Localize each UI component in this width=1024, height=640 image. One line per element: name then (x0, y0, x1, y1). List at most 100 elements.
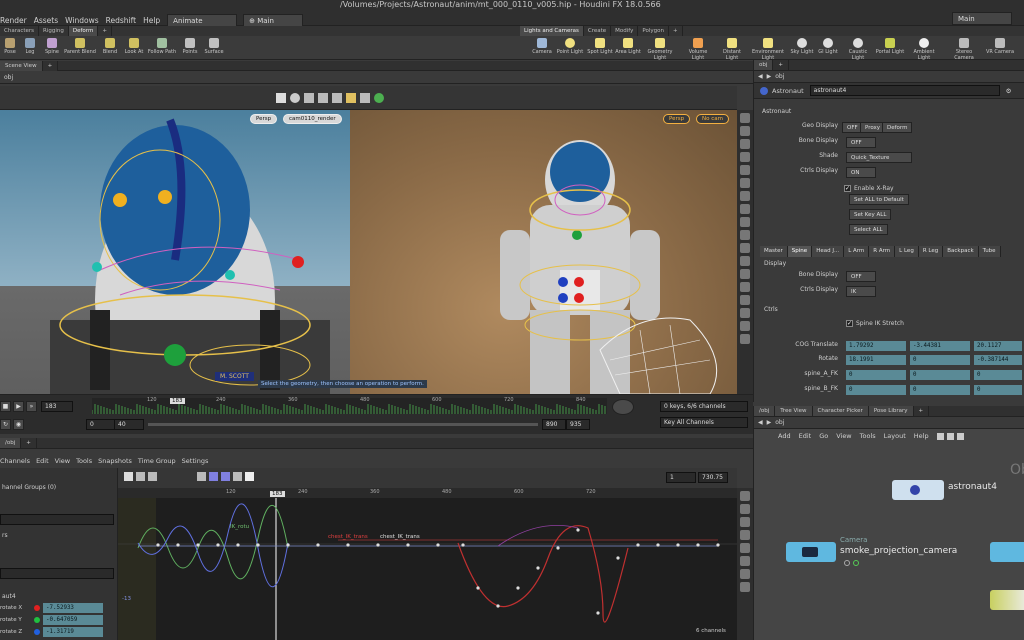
range-in-field[interactable]: 40 (114, 419, 144, 430)
left-cam-badge[interactable]: cam0110_render (283, 114, 342, 124)
tab-l-leg[interactable]: L Leg (895, 246, 919, 257)
handle-icon[interactable] (318, 93, 328, 103)
menu-edit[interactable]: Edit (36, 457, 49, 465)
node-camera-partial[interactable] (990, 542, 1024, 562)
spine-a-x[interactable]: 0 (846, 370, 906, 380)
tangent-tie-icon[interactable] (221, 472, 230, 481)
tool-vr-camera[interactable]: VR Camera (984, 38, 1016, 55)
loop-icon[interactable]: ↻ (0, 419, 11, 430)
net-menu-help[interactable]: Help (914, 432, 929, 440)
tool-point-light[interactable]: Point Light (554, 38, 586, 55)
snap-icon[interactable] (346, 93, 356, 103)
rotate-x[interactable]: 18.1991 (846, 355, 906, 365)
tab-spine[interactable]: Spine (787, 246, 813, 257)
net-menu-go[interactable]: Go (819, 432, 828, 440)
net-menu-add[interactable]: Add (778, 432, 791, 440)
render-region-icon[interactable] (740, 334, 750, 344)
xray-row[interactable]: ✓ Enable X-Ray (844, 182, 894, 194)
spine-a-z[interactable]: 0 (974, 370, 1022, 380)
set-all-default-button[interactable]: Set ALL to Default (849, 194, 909, 205)
rotate-z[interactable]: -0.387144 (974, 355, 1022, 365)
range-end-field[interactable]: 935 (566, 419, 590, 430)
node-smoke-camera[interactable] (786, 542, 836, 562)
viewport-left[interactable]: Persp cam0110_render M. SCOTT (0, 110, 350, 394)
cog-translate-x[interactable]: 1.79292 (846, 341, 906, 351)
tool-distant-light[interactable]: Distant Light (716, 38, 748, 61)
back-icon[interactable]: ◀ (758, 73, 763, 80)
tab-scene-view[interactable]: Scene View (0, 60, 43, 71)
wireframe-icon[interactable] (740, 178, 750, 188)
tool-caustic-light[interactable]: Caustic Light (842, 38, 874, 61)
graph-frame-icon[interactable] (740, 491, 750, 501)
tab-l-arm[interactable]: L Arm (844, 246, 870, 257)
stop-button[interactable]: ■ (0, 401, 11, 412)
tool-gi-light[interactable]: GI Light (812, 38, 844, 55)
graph-lock-icon[interactable] (740, 569, 750, 579)
shelf-tab-polygon[interactable]: Polygon (638, 26, 670, 36)
network-icon[interactable] (360, 93, 370, 103)
tab-master[interactable]: Master (760, 246, 788, 257)
tab-head[interactable]: Head J... (812, 246, 845, 257)
tab-tree-view[interactable]: Tree View (775, 406, 813, 416)
graph-select-icon[interactable] (124, 472, 133, 481)
current-frame-field[interactable]: 183 (41, 401, 73, 412)
tool-stereo-camera[interactable]: Stereo Camera (948, 38, 980, 61)
tool-geometry-light[interactable]: Geometry Light (644, 38, 676, 61)
background-icon[interactable] (740, 230, 750, 240)
ik-stretch-checkbox[interactable]: ✓ (846, 319, 853, 327)
scene-add-tab[interactable]: + (42, 60, 59, 71)
net-menu-tools[interactable]: Tools (860, 432, 876, 440)
grid-view-icon[interactable] (936, 432, 944, 440)
spine-a-y[interactable]: 0 (910, 370, 970, 380)
home-icon[interactable] (740, 139, 750, 149)
scene-path[interactable]: obj (4, 74, 13, 81)
graph-box-icon[interactable] (136, 472, 145, 481)
net-menu-edit[interactable]: Edit (799, 432, 812, 440)
tab-tube[interactable]: Tube (978, 246, 1001, 257)
snap-frame-icon[interactable] (233, 472, 242, 481)
graph-zoom-icon[interactable] (740, 517, 750, 527)
info-icon[interactable] (956, 432, 964, 440)
menu-windows[interactable]: Windows (65, 16, 98, 25)
node-light-partial[interactable] (990, 590, 1024, 610)
tab-r-leg[interactable]: R Leg (918, 246, 944, 257)
lasso-icon[interactable] (290, 93, 300, 103)
viewport-right[interactable]: Persp No cam (350, 110, 737, 394)
right-workspace-select[interactable]: Main (952, 12, 1012, 25)
tab-backpack[interactable]: Backpack (943, 246, 979, 257)
display-options-icon[interactable] (740, 113, 750, 123)
render-status-icon[interactable] (374, 93, 384, 103)
menu-settings[interactable]: Settings (182, 457, 209, 465)
realtime-toggle[interactable] (612, 399, 634, 415)
tool-parent-blend[interactable]: Parent Blend (64, 38, 96, 55)
node-astronaut4[interactable] (892, 480, 944, 500)
menu-view[interactable]: View (55, 457, 70, 465)
graph-expand-icon[interactable] (740, 530, 750, 540)
channel-row-ry[interactable]: rotate Y -0.647059 (0, 615, 114, 625)
select-all-button[interactable]: Select ALL (849, 224, 888, 235)
menu-help[interactable]: Help (143, 16, 160, 25)
rotate-y[interactable]: 0 (910, 355, 970, 365)
shelf-tab-create[interactable]: Create (584, 26, 612, 36)
menu-redshift[interactable]: Redshift (106, 16, 136, 25)
graph-frame-field[interactable]: 1 (666, 472, 696, 483)
left-persp-badge[interactable]: Persp (250, 114, 278, 124)
range-slider[interactable] (148, 423, 538, 426)
snapshot-icon[interactable] (740, 217, 750, 227)
lock-icon[interactable] (740, 126, 750, 136)
menu-assets[interactable]: Assets (34, 16, 58, 25)
range-out-field[interactable]: 890 (542, 419, 566, 430)
node-flag-icon[interactable] (844, 560, 850, 566)
ctrls-display-select[interactable]: ON (846, 167, 876, 178)
range-start-field[interactable]: 0 (86, 419, 116, 430)
network-back-icon[interactable]: ◀ (758, 419, 763, 426)
tool-area-light[interactable]: Area Light (612, 38, 644, 55)
audio-icon[interactable]: ◉ (13, 419, 24, 430)
node-display-icon[interactable] (853, 560, 859, 566)
shelf-tab-lights[interactable]: Lights and Cameras (520, 26, 584, 36)
menu-snapshots[interactable]: Snapshots (98, 457, 132, 465)
forward-icon[interactable]: ▶ (767, 73, 772, 80)
spine-b-y[interactable]: 0 (910, 385, 970, 395)
graph-snap-icon[interactable] (740, 582, 750, 592)
net-menu-view[interactable]: View (836, 432, 851, 440)
